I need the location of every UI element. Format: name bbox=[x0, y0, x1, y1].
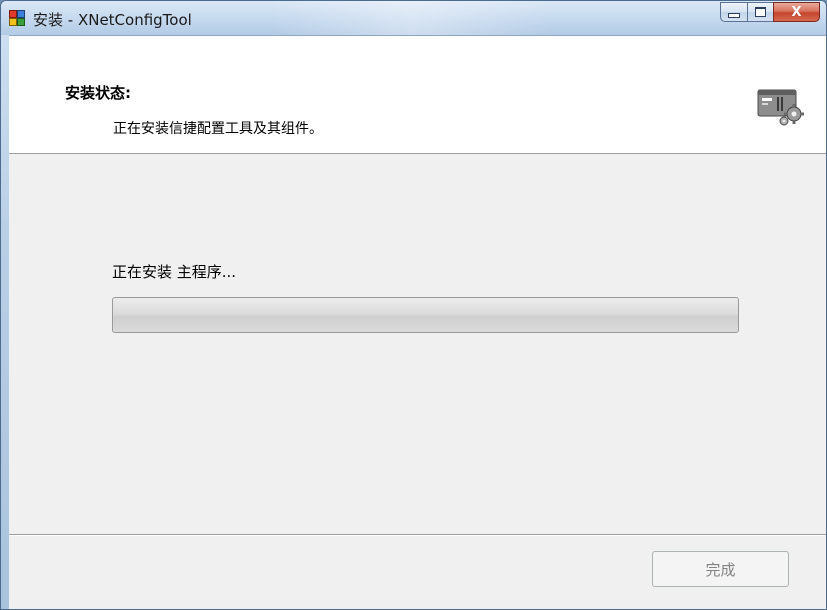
close-icon: X bbox=[791, 4, 802, 20]
progress-section bbox=[9, 154, 826, 534]
installer-window: 安装 - XNetConfigTool X 安装状态: 正在安装信捷配置工具及其… bbox=[0, 0, 827, 610]
window-title: 安装 - XNetConfigTool bbox=[33, 11, 192, 29]
dialog-client-area: 安装状态: 正在安装信捷配置工具及其组件。 正在安装 主程序... 完成 bbox=[9, 35, 826, 609]
header-panel: 安装状态: 正在安装信捷配置工具及其组件。 bbox=[9, 36, 826, 154]
minimize-icon bbox=[728, 12, 740, 18]
header-title: 安装状态: bbox=[65, 84, 131, 102]
title-bar-glare bbox=[271, 1, 551, 35]
install-progress-bar bbox=[112, 297, 739, 333]
installer-icon bbox=[9, 10, 25, 26]
finish-button[interactable]: 完成 bbox=[652, 551, 789, 587]
title-bar[interactable]: 安装 - XNetConfigTool X bbox=[1, 1, 826, 35]
progress-status-label: 正在安装 主程序... bbox=[112, 263, 237, 281]
maximize-icon bbox=[755, 7, 766, 17]
minimize-button[interactable] bbox=[720, 2, 747, 22]
maximize-button[interactable] bbox=[747, 2, 773, 22]
header-subtitle: 正在安装信捷配置工具及其组件。 bbox=[113, 121, 323, 137]
close-button[interactable]: X bbox=[773, 2, 820, 22]
device-gear-icon bbox=[757, 89, 804, 126]
footer-separator bbox=[9, 534, 826, 536]
caption-buttons: X bbox=[720, 2, 820, 22]
